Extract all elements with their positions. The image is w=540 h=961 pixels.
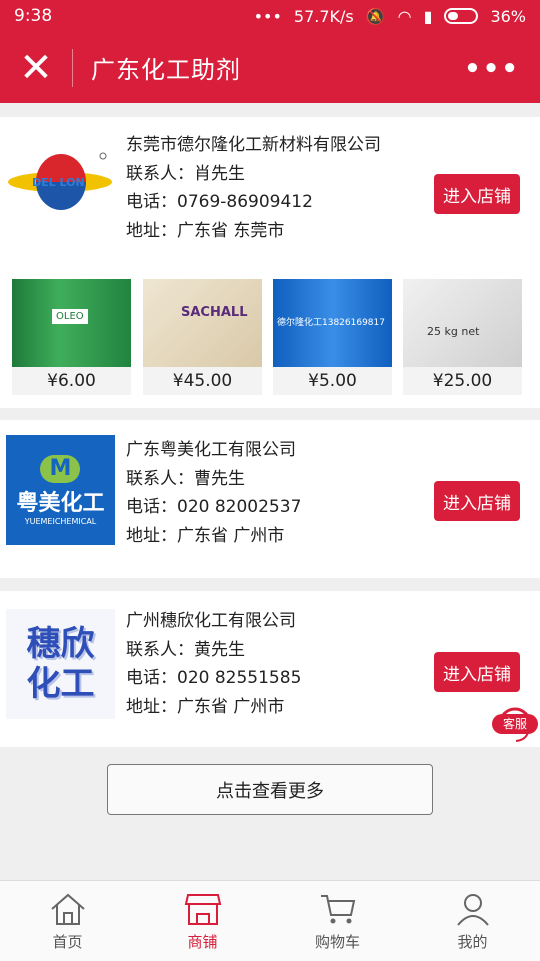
status-time: 9:38 <box>14 6 53 26</box>
product-item[interactable]: 25 kg net ¥25.00 <box>403 279 522 395</box>
shop-phone: 电话：0769-86909412 <box>126 192 313 212</box>
shop-logo: M 粤美化工 YUEMEICHEMICAL <box>6 435 115 545</box>
battery-icon <box>444 8 479 24</box>
shop-address: 地址：广东省 广州市 <box>126 696 285 717</box>
product-price: ¥25.00 <box>403 367 522 395</box>
shop-row[interactable]: M 粤美化工 YUEMEICHEMICAL 广东粤美化工有限公司 联系人：曹先生… <box>0 420 540 578</box>
mute-icon: 🔕 <box>365 6 386 26</box>
tab-mine[interactable]: 我的 <box>405 881 540 961</box>
product-label: 25 kg net <box>427 325 480 338</box>
product-label: 德尔隆化工13826169817 <box>277 318 385 328</box>
logo-subtext: YUEMEICHEMICAL <box>24 516 97 526</box>
logo-text: DEL LON <box>32 176 85 189</box>
product-list: OLEO ¥6.00 SACHALL ¥45.00 德尔隆化工138261698… <box>0 279 540 397</box>
more-icon: ••• <box>464 54 520 84</box>
product-price: ¥6.00 <box>12 367 131 395</box>
shop-info: 广州穗欣化工有限公司 联系人：黄先生 电话：020 82551585 地址：广东… <box>126 607 301 721</box>
shop-phone: 电话：020 82551585 <box>126 668 302 688</box>
customer-service-label: 客服 <box>492 714 538 734</box>
title-bar: ✕ 广东化工助剂 ••• <box>0 32 540 103</box>
shop-name: 广东粤美化工有限公司 <box>126 440 296 460</box>
product-item[interactable]: 德尔隆化工13826169817 ¥5.00 <box>273 279 392 395</box>
product-price: ¥5.00 <box>273 367 392 395</box>
tab-label: 我的 <box>457 932 488 951</box>
tab-label: 首页 <box>52 932 83 951</box>
load-more-button[interactable]: 点击查看更多 <box>107 764 433 815</box>
shop-card: 穗欣化工 广州穗欣化工有限公司 联系人：黄先生 电话：020 82551585 … <box>0 591 540 747</box>
user-icon <box>456 893 489 926</box>
home-icon <box>50 893 85 925</box>
tab-cart[interactable]: 购物车 <box>270 881 405 961</box>
tab-label: 购物车 <box>314 932 360 951</box>
customer-service-button[interactable]: 客服 <box>492 700 538 746</box>
enter-shop-button[interactable]: 进入店铺 <box>434 174 520 214</box>
tab-shop[interactable]: 商铺 <box>135 881 270 961</box>
enter-shop-button[interactable]: 进入店铺 <box>434 652 520 692</box>
shop-card: M 粤美化工 YUEMEICHEMICAL 广东粤美化工有限公司 联系人：曹先生… <box>0 420 540 578</box>
logo-text: 穗欣化工 <box>26 624 95 704</box>
battery-level: 36% <box>490 6 526 26</box>
product-image: 25 kg net <box>403 279 522 367</box>
shop-contact: 联系人：曹先生 <box>126 468 245 489</box>
product-image: OLEO <box>12 279 131 367</box>
tab-home[interactable]: 首页 <box>0 881 135 961</box>
status-bar: 9:38 ••• 57.7K/s 🔕 ◠ ▮ 36% <box>0 0 540 32</box>
shop-address: 地址：广东省 东莞市 <box>126 220 285 241</box>
product-image: SACHALL <box>143 279 262 367</box>
shop-name: 广州穗欣化工有限公司 <box>126 611 296 631</box>
close-icon: ✕ <box>19 44 53 91</box>
cart-icon <box>320 894 355 923</box>
product-label: SACHALL <box>181 305 248 320</box>
shop-contact: 联系人：黄先生 <box>126 639 245 660</box>
shop-card: DEL LON 东莞市德尔隆化工新材料有限公司 联系人：肖先生 电话：0769-… <box>0 117 540 408</box>
product-price: ¥45.00 <box>143 367 262 395</box>
shop-info: 广东粤美化工有限公司 联系人：曹先生 电话：020 82002537 地址：广东… <box>126 436 301 550</box>
shop-logo: 穗欣化工 <box>6 609 115 719</box>
network-speed: 57.7K/s <box>293 6 354 26</box>
bottom-tab-bar: 首页 商铺 购物车 我的 <box>0 880 540 961</box>
shop-row[interactable]: DEL LON 东莞市德尔隆化工新材料有限公司 联系人：肖先生 电话：0769-… <box>0 117 540 249</box>
shop-info: 东莞市德尔隆化工新材料有限公司 联系人：肖先生 电话：0769-86909412… <box>126 131 381 245</box>
shop-phone: 电话：020 82002537 <box>126 497 302 517</box>
enter-shop-button[interactable]: 进入店铺 <box>434 481 520 521</box>
tab-label: 商铺 <box>187 932 218 951</box>
signal-icon: ▮ <box>423 6 433 26</box>
product-label: OLEO <box>52 309 88 324</box>
shop-row[interactable]: 穗欣化工 广州穗欣化工有限公司 联系人：黄先生 电话：020 82551585 … <box>0 591 540 747</box>
delon-logo-icon: DEL LON <box>8 152 112 210</box>
app-header: 9:38 ••• 57.7K/s 🔕 ◠ ▮ 36% ✕ 广东化工助剂 ••• <box>0 0 540 103</box>
logo-text: 粤美化工 <box>16 490 105 516</box>
product-image: 德尔隆化工13826169817 <box>273 279 392 367</box>
more-options-button[interactable]: ••• <box>464 54 520 84</box>
shop-name: 东莞市德尔隆化工新材料有限公司 <box>126 135 381 155</box>
page-title: 广东化工助剂 <box>91 56 241 84</box>
shop-contact: 联系人：肖先生 <box>126 163 245 184</box>
shop-icon <box>184 893 221 925</box>
status-icons: ••• 57.7K/s 🔕 ◠ ▮ 36% <box>254 7 526 26</box>
close-button[interactable]: ✕ <box>0 32 72 103</box>
wifi-icon: ◠ <box>397 6 412 26</box>
title-divider <box>72 48 73 87</box>
shop-address: 地址：广东省 广州市 <box>126 525 285 546</box>
product-item[interactable]: OLEO ¥6.00 <box>12 279 131 395</box>
dots-icon: ••• <box>253 6 282 26</box>
shop-logo: DEL LON <box>6 127 115 237</box>
yuemei-logo-icon: M <box>40 454 81 483</box>
product-item[interactable]: SACHALL ¥45.00 <box>143 279 262 395</box>
